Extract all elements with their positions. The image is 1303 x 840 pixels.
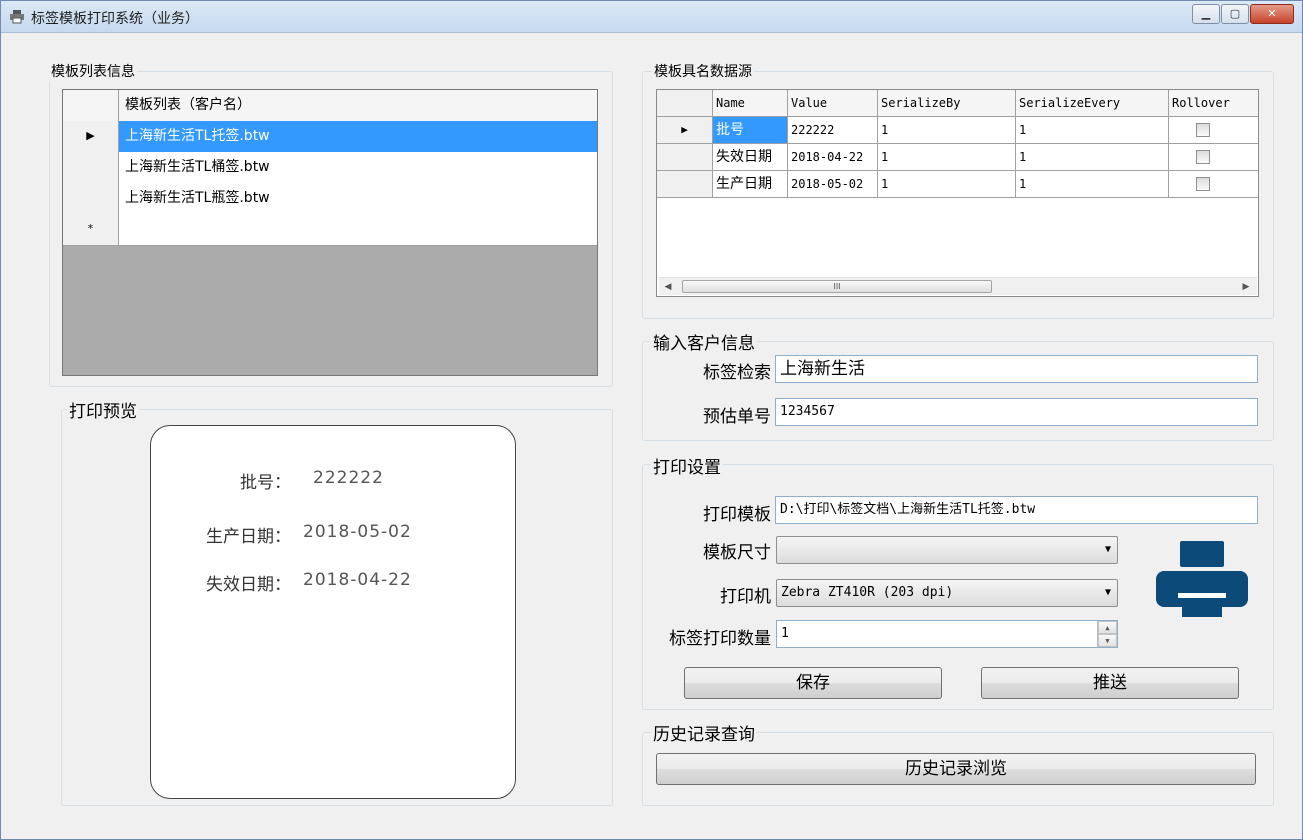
- datasource-name-cell[interactable]: 生产日期: [713, 171, 788, 198]
- new-row-marker[interactable]: *: [63, 214, 119, 245]
- template-name-cell[interactable]: [119, 214, 597, 245]
- print-settings-group-title: 打印设置: [651, 453, 723, 478]
- printer-icon[interactable]: [1156, 541, 1248, 621]
- datasource-serialize-every-cell[interactable]: 1: [1016, 144, 1169, 171]
- label-search-input[interactable]: 上海新生活: [775, 355, 1258, 383]
- template-name-cell[interactable]: 上海新生活TL托签.btw: [119, 121, 597, 152]
- datasource-header-row: Name Value SerializeBy SerializeEvery Ro…: [657, 90, 1258, 117]
- row-marker[interactable]: ▶: [657, 117, 713, 144]
- template-name-cell[interactable]: 上海新生活TL瓶签.btw: [119, 183, 597, 214]
- print-quantity-value: 1: [781, 626, 789, 641]
- print-preview-group-title: 打印预览: [67, 397, 139, 422]
- preview-value-expiry-date: 2018-04-22: [303, 570, 412, 590]
- close-button[interactable]: ✕: [1250, 4, 1294, 24]
- history-browse-button[interactable]: 历史记录浏览: [656, 753, 1256, 785]
- table-row[interactable]: 上海新生活TL瓶签.btw: [63, 183, 597, 215]
- printer-dropdown[interactable]: Zebra ZT410R (203 dpi) ▼: [776, 579, 1118, 607]
- print-template-path-input[interactable]: D:\打印\标签文档\上海新生活TL托签.btw: [775, 496, 1258, 524]
- column-header-rollover[interactable]: Rollover: [1169, 90, 1258, 117]
- template-list-header-row: 模板列表（客户名）: [63, 90, 597, 122]
- scroll-right-icon[interactable]: ▶: [1239, 280, 1253, 294]
- datasource-rollover-cell[interactable]: [1169, 144, 1258, 171]
- preview-value-production-date: 2018-05-02: [303, 522, 412, 542]
- column-header-value[interactable]: Value: [788, 90, 878, 117]
- template-name-cell[interactable]: 上海新生活TL桶签.btw: [119, 152, 597, 183]
- minimize-button[interactable]: ▁: [1192, 4, 1220, 24]
- datasource-rollover-cell[interactable]: [1169, 171, 1258, 198]
- table-row[interactable]: 失效日期 2018-04-22 1 1: [657, 144, 1258, 171]
- row-header-corner: [63, 90, 119, 121]
- template-list-grid[interactable]: 模板列表（客户名） ▶ 上海新生活TL托签.btw 上海新生活TL桶签.btw …: [62, 89, 598, 376]
- row-marker[interactable]: [657, 144, 713, 171]
- order-number-input[interactable]: 1234567: [775, 398, 1258, 426]
- window-title: 标签模板打印系统（业务）: [31, 11, 199, 27]
- scroll-left-icon[interactable]: ◀: [661, 280, 675, 294]
- customer-info-group-title: 输入客户信息: [651, 329, 757, 354]
- row-marker[interactable]: ▶: [63, 121, 119, 152]
- app-window: 标签模板打印系统（业务） ▁ ▢ ✕ 模板列表信息 模板列表（客户名） ▶ 上海…: [0, 0, 1303, 840]
- row-marker[interactable]: [63, 183, 119, 214]
- table-row[interactable]: ▶ 批号 222222 1 1: [657, 117, 1258, 144]
- row-marker[interactable]: [657, 171, 713, 198]
- maximize-button[interactable]: ▢: [1221, 4, 1249, 24]
- chevron-down-icon[interactable]: ▼: [1105, 580, 1111, 606]
- preview-label-production-date: 生产日期：: [206, 527, 291, 547]
- table-row[interactable]: 生产日期 2018-05-02 1 1: [657, 171, 1258, 198]
- spin-up-icon[interactable]: ▲: [1098, 621, 1117, 634]
- datasource-serialize-by-cell[interactable]: 1: [878, 144, 1016, 171]
- print-quantity-label: 标签打印数量: [669, 629, 771, 649]
- new-row[interactable]: *: [63, 214, 597, 246]
- print-template-label: 打印模板: [703, 505, 771, 525]
- printer-label: 打印机: [720, 587, 771, 607]
- printer-app-icon: [10, 10, 24, 24]
- push-button[interactable]: 推送: [981, 667, 1239, 699]
- title-bar[interactable]: 标签模板打印系统（业务） ▁ ▢ ✕: [1, 1, 1302, 33]
- datasource-serialize-every-cell[interactable]: 1: [1016, 117, 1169, 144]
- rollover-checkbox[interactable]: [1196, 150, 1210, 164]
- datasource-serialize-every-cell[interactable]: 1: [1016, 171, 1169, 198]
- preview-label-batch: 批号：: [240, 473, 291, 493]
- column-header-name[interactable]: Name: [713, 90, 788, 117]
- datasource-value-cell[interactable]: 2018-05-02: [788, 171, 878, 198]
- datasource-rollover-cell[interactable]: [1169, 117, 1258, 144]
- preview-value-batch: 222222: [313, 468, 384, 488]
- column-header-serialize-every[interactable]: SerializeEvery: [1016, 90, 1169, 117]
- spin-down-icon[interactable]: ▼: [1098, 634, 1117, 647]
- row-header-corner: [657, 90, 713, 117]
- datasource-name-cell[interactable]: 批号: [713, 117, 788, 144]
- template-list-group-title: 模板列表信息: [49, 61, 137, 81]
- column-header-template-name[interactable]: 模板列表（客户名）: [119, 90, 597, 121]
- chevron-down-icon[interactable]: ▼: [1105, 537, 1111, 563]
- quantity-spinner[interactable]: ▲ ▼: [1097, 621, 1117, 647]
- scrollbar-thumb[interactable]: III: [682, 280, 992, 293]
- table-row[interactable]: ▶ 上海新生活TL托签.btw: [63, 121, 597, 153]
- table-row[interactable]: 上海新生活TL桶签.btw: [63, 152, 597, 184]
- datasource-name-cell[interactable]: 失效日期: [713, 144, 788, 171]
- datasource-group-title: 模板具名数据源: [652, 61, 754, 81]
- rollover-checkbox[interactable]: [1196, 177, 1210, 191]
- datasource-serialize-by-cell[interactable]: 1: [878, 117, 1016, 144]
- datasource-value-cell[interactable]: 222222: [788, 117, 878, 144]
- template-size-dropdown[interactable]: ▼: [776, 536, 1118, 564]
- row-marker[interactable]: [63, 152, 119, 183]
- save-button[interactable]: 保存: [684, 667, 942, 699]
- column-header-serialize-by[interactable]: SerializeBy: [878, 90, 1016, 117]
- rollover-checkbox[interactable]: [1196, 123, 1210, 137]
- horizontal-scrollbar[interactable]: ◀ III ▶: [659, 277, 1257, 295]
- history-group-title: 历史记录查询: [651, 720, 757, 745]
- label-preview-card: 批号： 222222 生产日期： 2018-05-02 失效日期： 2018-0…: [150, 425, 516, 799]
- datasource-serialize-by-cell[interactable]: 1: [878, 171, 1016, 198]
- template-size-label: 模板尺寸: [703, 543, 771, 563]
- print-quantity-stepper[interactable]: 1 ▲ ▼: [776, 620, 1118, 648]
- preview-label-expiry-date: 失效日期：: [206, 575, 291, 595]
- datasource-value-cell[interactable]: 2018-04-22: [788, 144, 878, 171]
- order-number-label: 预估单号: [703, 407, 771, 427]
- label-search-label: 标签检索: [703, 363, 771, 383]
- datasource-grid[interactable]: Name Value SerializeBy SerializeEvery Ro…: [656, 89, 1259, 297]
- printer-value: Zebra ZT410R (203 dpi): [781, 585, 954, 600]
